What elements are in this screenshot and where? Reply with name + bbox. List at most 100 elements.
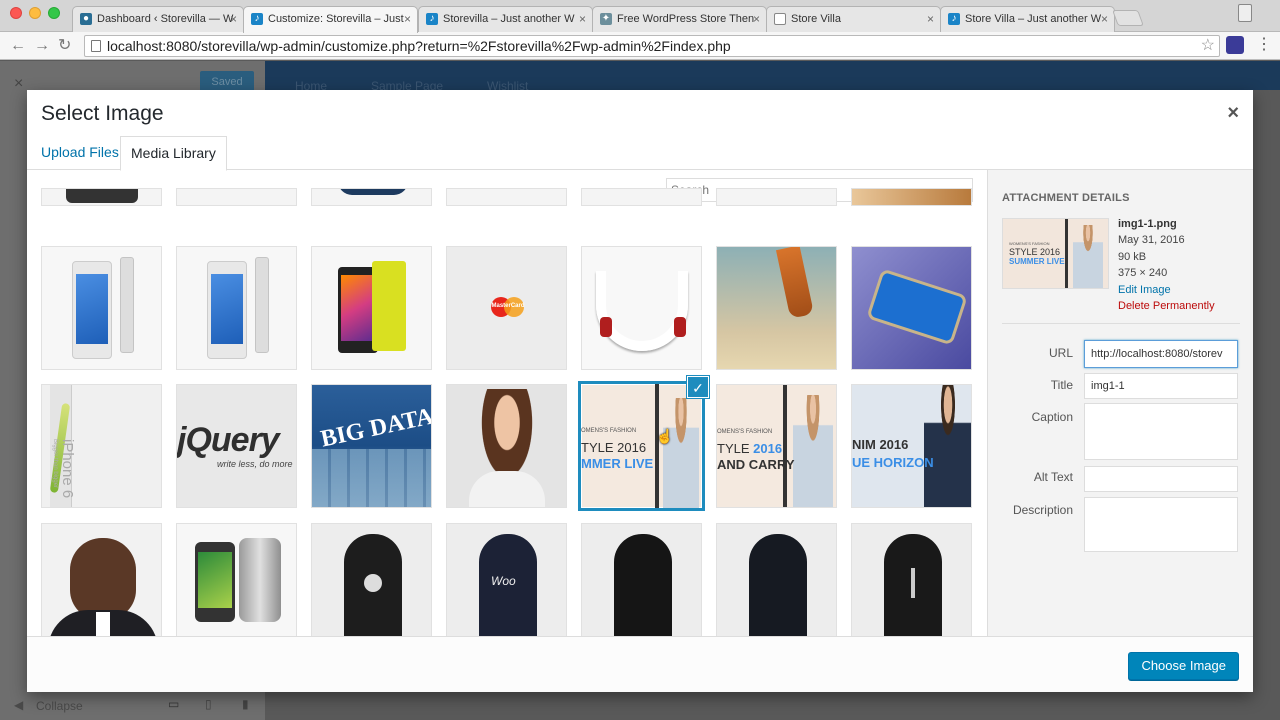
- close-tab-icon[interactable]: ×: [579, 7, 586, 31]
- browser-tab-free-themes[interactable]: ✦ Free WordPress Store Then ×: [592, 6, 767, 32]
- attachment-thumbnail-big-data[interactable]: BIG DATA: [311, 384, 432, 508]
- browser-menu-icon[interactable]: ⋮: [1256, 36, 1272, 54]
- attachment-dimensions: 375 × 240: [1118, 267, 1168, 280]
- attachment-thumbnail[interactable]: [851, 188, 972, 206]
- browser-tab-dashboard[interactable]: ● Dashboard ‹ Storevilla — W ×: [72, 6, 244, 32]
- browser-tab-storevilla[interactable]: ♪ Storevilla – Just another W ×: [418, 6, 593, 32]
- url-field[interactable]: http://localhost:8080/storev: [1084, 340, 1238, 368]
- alt-text-field[interactable]: [1084, 466, 1238, 492]
- attachment-thumbnail-galaxy[interactable]: [851, 246, 972, 370]
- tab-label: Store Villa: [791, 13, 841, 25]
- attachment-date: May 31, 2016: [1118, 234, 1185, 247]
- address-bar[interactable]: localhost:8080/storevilla/wp-admin/custo…: [84, 35, 1220, 57]
- edit-image-link[interactable]: Edit Image: [1118, 282, 1215, 298]
- attachment-thumbnail[interactable]: [176, 188, 297, 206]
- attachment-thumbnail-hoodie[interactable]: [851, 523, 972, 636]
- banner-year: 2016: [753, 441, 783, 456]
- attachment-thumbnail-sky[interactable]: [716, 246, 837, 370]
- customizer-close-icon[interactable]: ×: [14, 75, 23, 93]
- caption-label: Caption: [1031, 410, 1073, 424]
- checkmark-icon[interactable]: ✓: [687, 376, 709, 398]
- url-label: URL: [1048, 346, 1073, 360]
- close-tab-icon[interactable]: ×: [753, 7, 760, 31]
- attachment-thumbnail-iphone[interactable]: iPhone 6 Bigger than bigger: [41, 384, 162, 508]
- attachment-thumbnail-jquery[interactable]: jQuery write less, do more: [176, 384, 297, 508]
- attachment-thumbnail[interactable]: [446, 188, 567, 206]
- attachment-thumbnail[interactable]: [311, 188, 432, 206]
- close-tab-icon[interactable]: ×: [230, 7, 237, 31]
- reload-icon[interactable]: ↻: [58, 36, 71, 56]
- desktop-preview-icon[interactable]: ▭: [168, 697, 179, 711]
- page-info-icon: [91, 40, 101, 52]
- browser-tab-store-villa-2[interactable]: ♪ Store Villa – Just another W ×: [940, 6, 1115, 32]
- attachment-thumbnail[interactable]: [581, 188, 702, 206]
- attachment-thumbnail-hoodie[interactable]: [716, 523, 837, 636]
- close-tab-icon[interactable]: ×: [404, 7, 411, 31]
- customizer-footer: ◀ Collapse ▭ ▯ ▮: [0, 692, 265, 720]
- tab-label: Customize: Storevilla – Just: [268, 13, 404, 25]
- caption-textarea[interactable]: [1084, 403, 1238, 460]
- attachment-thumbnail[interactable]: [41, 188, 162, 206]
- tab-label: Storevilla – Just another W: [443, 13, 575, 25]
- attachment-thumbnail-hoodie[interactable]: [581, 523, 702, 636]
- big-data-label: BIG DATA: [318, 403, 432, 453]
- browser-toolbar: ← → ↻ localhost:8080/storevilla/wp-admin…: [0, 32, 1280, 60]
- preview-line1: STYLE 2016: [1009, 247, 1061, 257]
- collapse-label[interactable]: Collapse: [36, 699, 83, 713]
- browser-tabstrip: ● Dashboard ‹ Storevilla — W × ♪ Customi…: [0, 0, 1280, 33]
- banner-line2: AND CARRY: [717, 457, 795, 472]
- delete-permanently-link[interactable]: Delete Permanently: [1118, 298, 1215, 314]
- attachment-details-heading: ATTACHMENT DETAILS: [1002, 192, 1130, 204]
- attachment-thumbnail-phone[interactable]: [176, 246, 297, 370]
- browser-tab-customize[interactable]: ♪ Customize: Storevilla – Just ×: [243, 6, 418, 33]
- mobile-preview-icon[interactable]: ▮: [242, 697, 249, 711]
- tablet-preview-icon[interactable]: ▯: [205, 697, 212, 711]
- modal-toolbar: Choose Image: [27, 636, 1253, 692]
- attachment-thumbnail-hoodie[interactable]: [311, 523, 432, 636]
- bookmark-star-icon[interactable]: ☆: [1201, 36, 1215, 56]
- minimize-window-button[interactable]: [29, 7, 41, 19]
- close-tab-icon[interactable]: ×: [927, 7, 934, 31]
- attachment-preview: WOMENS'S FASHION STYLE 2016 SUMMER LIVE: [1002, 218, 1109, 289]
- close-icon[interactable]: ×: [1227, 102, 1239, 124]
- title-field[interactable]: img1-1: [1084, 373, 1238, 399]
- attachment-thumbnail-htc[interactable]: [176, 523, 297, 636]
- attachment-thumbnail-hoodie-woo[interactable]: Woo: [446, 523, 567, 636]
- wordpress-icon: ●: [80, 13, 92, 25]
- tab-label: Free WordPress Store Then: [617, 13, 755, 25]
- browser-tab-store-villa[interactable]: Store Villa ×: [766, 6, 941, 32]
- forward-arrow-icon[interactable]: →: [34, 36, 50, 56]
- attachment-thumbnail-img1-1[interactable]: OMENS'S FASHION TYLE 2016 MMER LIVE: [578, 381, 705, 511]
- attachment-thumbnail-man[interactable]: [41, 523, 162, 636]
- attachment-thumbnail-woman[interactable]: [446, 384, 567, 508]
- attachment-thumbnail-phone[interactable]: [41, 246, 162, 370]
- address-bar-url: localhost:8080/storevilla/wp-admin/custo…: [107, 38, 731, 54]
- attachment-thumbnail-img1-3[interactable]: NIM 2016 UE HORIZON: [851, 384, 972, 508]
- attachment-thumbnail-headphones[interactable]: [581, 246, 702, 370]
- tab-media-library[interactable]: Media Library: [120, 136, 227, 171]
- close-tab-icon[interactable]: ×: [1101, 7, 1108, 31]
- attachment-thumbnail-mastercard[interactable]: MasterCard: [446, 246, 567, 370]
- description-textarea[interactable]: [1084, 497, 1238, 552]
- back-arrow-icon[interactable]: ←: [10, 36, 26, 56]
- new-tab-button[interactable]: [1112, 10, 1144, 26]
- maximize-window-button[interactable]: [48, 7, 60, 19]
- banner-line2: UE HORIZON: [852, 455, 934, 470]
- extension-icon[interactable]: [1226, 36, 1244, 54]
- attachments-browser: MasterCard iPhone 6 Bigger than bigger j…: [27, 170, 987, 636]
- choose-image-button[interactable]: Choose Image: [1128, 652, 1239, 680]
- banner-line1: NIM 2016: [852, 437, 909, 452]
- tab-upload-files[interactable]: Upload Files: [31, 136, 129, 170]
- attachment-thumbnail-phone-yellow[interactable]: [311, 246, 432, 370]
- attachment-thumbnail[interactable]: [716, 188, 837, 206]
- close-window-button[interactable]: [10, 7, 22, 19]
- tab-label: Store Villa – Just another W: [965, 13, 1102, 25]
- window-menu-icon[interactable]: [1238, 4, 1252, 22]
- collapse-icon[interactable]: ◀: [14, 698, 23, 712]
- iphone-subtitle: Bigger than bigger: [52, 439, 58, 489]
- jquery-wordmark: jQuery: [177, 421, 280, 459]
- banner-line1: TYLE: [717, 441, 750, 456]
- media-router: Upload Files Media Library: [27, 134, 1253, 171]
- attachment-thumbnail-img1-2[interactable]: OMENS'S FASHION TYLE 2016 AND CARRY: [716, 384, 837, 508]
- iphone-label: iPhone 6: [59, 439, 76, 499]
